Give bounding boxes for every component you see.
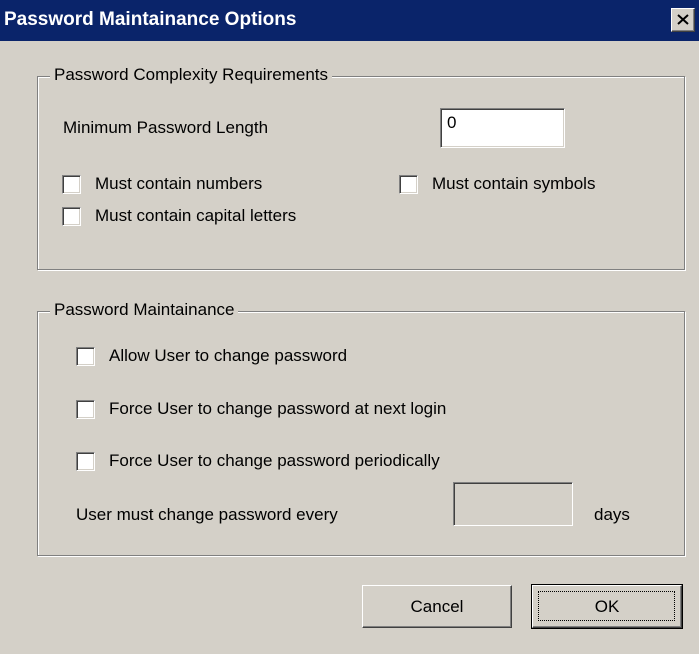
allow-change-checkbox[interactable]: Allow User to change password: [76, 346, 347, 366]
must-contain-symbols-checkbox[interactable]: Must contain symbols: [399, 174, 595, 194]
must-contain-numbers-checkbox[interactable]: Must contain numbers: [62, 174, 262, 194]
window-title: Password Maintainance Options: [4, 9, 297, 30]
must-contain-symbols-label: Must contain symbols: [432, 174, 596, 193]
days-label: days: [594, 505, 630, 524]
cancel-button-label: Cancel: [410, 596, 464, 616]
min-length-input[interactable]: 0: [440, 108, 565, 148]
checkbox-box[interactable]: [62, 174, 81, 194]
complexity-legend: Password Complexity Requirements: [50, 65, 332, 85]
checkbox-box[interactable]: [76, 451, 95, 471]
must-contain-capitals-label: Must contain capital letters: [95, 206, 297, 225]
change-every-label: User must change password every: [76, 505, 338, 524]
complexity-group: Password Complexity Requirements: [37, 65, 685, 270]
allow-change-label: Allow User to change password: [109, 346, 348, 365]
force-next-login-checkbox[interactable]: Force User to change password at next lo…: [76, 399, 446, 419]
checkbox-box[interactable]: [62, 206, 81, 226]
password-options-dialog: Password Maintainance Options Password C…: [0, 0, 699, 654]
title-bar[interactable]: Password Maintainance Options: [0, 0, 699, 41]
checkbox-box[interactable]: [399, 174, 418, 194]
ok-button[interactable]: OK: [531, 584, 683, 629]
close-icon: [677, 14, 689, 25]
checkbox-box[interactable]: [76, 399, 95, 419]
force-periodic-label: Force User to change password periodical…: [109, 451, 440, 470]
change-every-days-input[interactable]: [453, 482, 573, 526]
force-periodic-checkbox[interactable]: Force User to change password periodical…: [76, 451, 440, 471]
must-contain-capitals-checkbox[interactable]: Must contain capital letters: [62, 206, 296, 226]
min-length-label: Minimum Password Length: [63, 118, 269, 137]
close-button[interactable]: [671, 8, 695, 32]
focus-rect: [538, 591, 675, 621]
checkbox-box[interactable]: [76, 346, 95, 366]
cancel-button[interactable]: Cancel: [362, 585, 512, 628]
force-next-login-label: Force User to change password at next lo…: [109, 399, 447, 418]
must-contain-numbers-label: Must contain numbers: [95, 174, 263, 193]
maintenance-legend: Password Maintainance: [50, 300, 239, 320]
